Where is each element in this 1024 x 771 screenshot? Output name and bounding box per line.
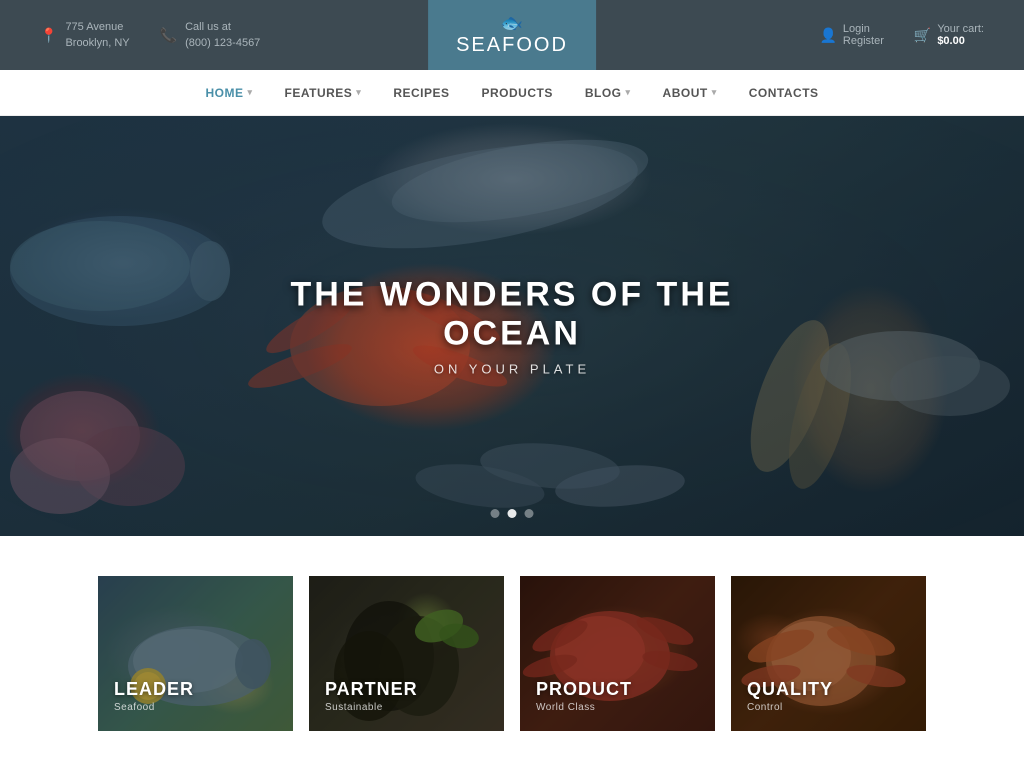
product-title: PRODUCT <box>536 679 632 700</box>
nav-item-blog[interactable]: BLOG ▾ <box>569 70 647 116</box>
cart-icon: 🛒 <box>914 27 931 44</box>
hero-slider-dots <box>491 509 534 518</box>
product-subtitle: World Class <box>536 702 632 713</box>
leader-card-content: LEADER Seafood <box>114 679 194 713</box>
feature-card-partner[interactable]: PARTNER Sustainable <box>309 576 504 731</box>
nav-item-contacts[interactable]: CONTACTS <box>733 70 835 116</box>
nav-item-features[interactable]: FEATURES ▾ <box>269 70 378 116</box>
navigation: HOME ▾ FEATURES ▾ RECIPES PRODUCTS BLOG … <box>0 70 1024 116</box>
logo[interactable]: 🐟 SEAFOOD <box>428 0 596 70</box>
phone-icon: 📞 <box>160 25 177 46</box>
leader-subtitle: Seafood <box>114 702 194 713</box>
phone-text: Call us at (800) 123-4567 <box>185 19 260 52</box>
feature-card-product[interactable]: PRODUCT World Class <box>520 576 715 731</box>
nav-item-products[interactable]: PRODUCTS <box>466 70 569 116</box>
address-text: 775 Avenue Brooklyn, NY <box>65 19 129 52</box>
quality-title: QUALITY <box>747 679 833 700</box>
partner-subtitle: Sustainable <box>325 702 418 713</box>
location-icon: 📍 <box>40 25 57 46</box>
hero-banner: THE WONDERS OF THE OCEAN ON YOUR PLATE <box>0 116 1024 536</box>
nav-item-home[interactable]: HOME ▾ <box>189 70 268 116</box>
logo-text: SEAFOOD <box>456 34 568 57</box>
top-bar: 📍 775 Avenue Brooklyn, NY 📞 Call us at (… <box>0 0 1024 70</box>
nav-list: HOME ▾ FEATURES ▾ RECIPES PRODUCTS BLOG … <box>189 70 834 116</box>
login-text: Login Register <box>843 23 884 47</box>
hero-dot-1[interactable] <box>491 509 500 518</box>
phone-info: 📞 Call us at (800) 123-4567 <box>160 19 261 52</box>
top-bar-right: 👤 Login Register 🛒 Your cart: $0.00 <box>819 23 984 47</box>
cart-text: Your cart: $0.00 <box>937 23 984 47</box>
chevron-down-icon: ▾ <box>712 87 717 98</box>
chevron-down-icon: ▾ <box>247 87 252 98</box>
hero-dot-3[interactable] <box>525 509 534 518</box>
hero-content: THE WONDERS OF THE OCEAN ON YOUR PLATE <box>256 276 768 377</box>
partner-title: PARTNER <box>325 679 418 700</box>
login-register[interactable]: 👤 Login Register <box>819 23 883 47</box>
leader-title: LEADER <box>114 679 194 700</box>
features-section: LEADER Seafood PARTNER Sustainable <box>0 536 1024 771</box>
chevron-down-icon: ▾ <box>356 87 361 98</box>
quality-card-content: QUALITY Control <box>747 679 833 713</box>
partner-card-content: PARTNER Sustainable <box>325 679 418 713</box>
hero-dot-2[interactable] <box>508 509 517 518</box>
cart[interactable]: 🛒 Your cart: $0.00 <box>914 23 984 47</box>
hero-subtitle: ON YOUR PLATE <box>256 362 768 377</box>
feature-card-leader[interactable]: LEADER Seafood <box>98 576 293 731</box>
user-icon: 👤 <box>819 27 836 44</box>
chevron-down-icon: ▾ <box>626 87 631 98</box>
product-card-content: PRODUCT World Class <box>536 679 632 713</box>
quality-subtitle: Control <box>747 702 833 713</box>
nav-item-recipes[interactable]: RECIPES <box>377 70 465 116</box>
address-info: 📍 775 Avenue Brooklyn, NY <box>40 19 130 52</box>
hero-title: THE WONDERS OF THE OCEAN <box>256 276 768 354</box>
feature-card-quality[interactable]: QUALITY Control <box>731 576 926 731</box>
logo-fish-icon: 🐟 <box>501 13 523 34</box>
top-bar-left: 📍 775 Avenue Brooklyn, NY 📞 Call us at (… <box>40 19 260 52</box>
nav-item-about[interactable]: ABOUT ▾ <box>647 70 733 116</box>
